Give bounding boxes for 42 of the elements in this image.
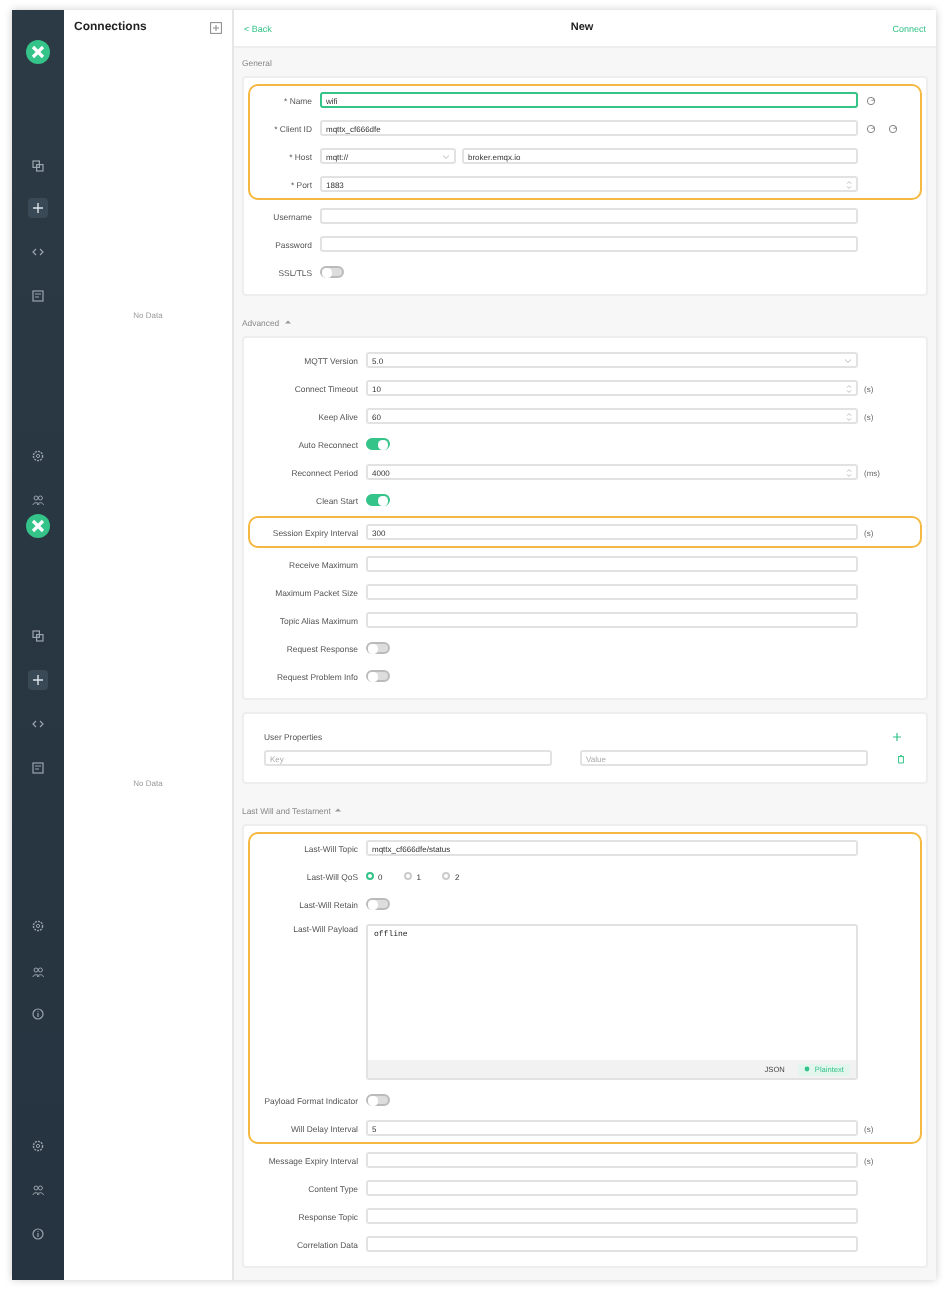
- document-icon[interactable]: [32, 290, 44, 302]
- input-field[interactable]: [366, 1208, 858, 1224]
- info-icon[interactable]: [32, 1228, 44, 1240]
- toggle-switch[interactable]: [366, 494, 390, 506]
- input-field[interactable]: [366, 584, 858, 600]
- toggle-switch[interactable]: [320, 266, 344, 278]
- caret-icon[interactable]: [334, 806, 343, 814]
- toggle-switch[interactable]: [366, 670, 390, 682]
- trash-icon[interactable]: [896, 753, 906, 763]
- info-icon[interactable]: [32, 1008, 44, 1020]
- refresh-icon[interactable]: [866, 123, 876, 133]
- copy-icon[interactable]: [32, 160, 44, 172]
- settings-icon[interactable]: [32, 450, 44, 462]
- plus-icon[interactable]: [28, 670, 48, 690]
- users-icon[interactable]: [32, 1184, 44, 1196]
- input-field[interactable]: [366, 612, 858, 628]
- users-icon[interactable]: [32, 494, 44, 506]
- dot-icon: [804, 1066, 811, 1072]
- input-field[interactable]: [320, 208, 858, 224]
- input-field[interactable]: [366, 1236, 858, 1252]
- settings-icon[interactable]: [32, 920, 44, 932]
- logo-icon: [26, 514, 50, 538]
- caret-icon[interactable]: [283, 318, 292, 326]
- toggle-switch[interactable]: [366, 642, 390, 654]
- refresh-icon[interactable]: [866, 95, 876, 105]
- toggle-switch[interactable]: [366, 1094, 390, 1106]
- plus-icon[interactable]: [28, 198, 48, 218]
- input-field[interactable]: [366, 1152, 858, 1168]
- copy-icon[interactable]: [32, 630, 44, 642]
- logo-icon: [26, 40, 50, 64]
- add-icon[interactable]: [210, 22, 222, 34]
- refresh-icon[interactable]: [888, 123, 898, 133]
- input-field[interactable]: [366, 1180, 858, 1196]
- document-icon[interactable]: [32, 762, 44, 774]
- settings-icon[interactable]: [32, 1140, 44, 1152]
- users-icon[interactable]: [32, 966, 44, 978]
- input-field[interactable]: [320, 236, 858, 252]
- toggle-switch[interactable]: [366, 438, 390, 450]
- code-icon[interactable]: [32, 718, 44, 730]
- code-icon[interactable]: [32, 246, 44, 258]
- toggle-switch[interactable]: [366, 898, 390, 910]
- input-field[interactable]: [366, 556, 858, 572]
